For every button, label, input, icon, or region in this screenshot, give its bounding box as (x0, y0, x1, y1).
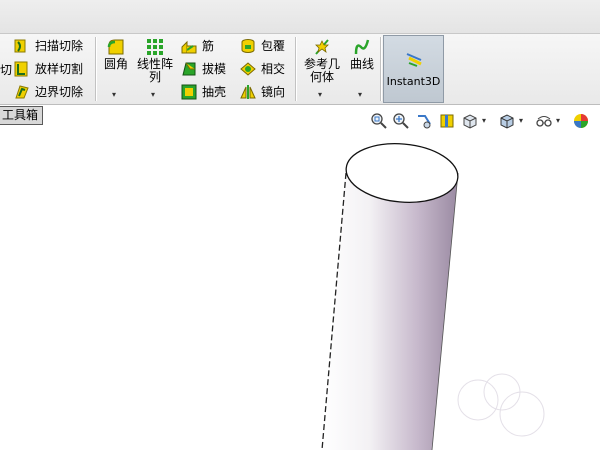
shell-button[interactable]: 抽壳 (181, 84, 226, 100)
ribbon-separator (380, 37, 382, 101)
reference-geometry-label-line2: 何体 (309, 70, 334, 84)
display-style-dropdown-arrow[interactable]: ▾ (519, 116, 523, 125)
reference-geometry-button[interactable]: 参考几 何体 (302, 38, 342, 84)
rib-label: 筋 (202, 39, 215, 53)
intersect-icon (240, 61, 256, 77)
instant3d-icon (405, 50, 423, 71)
draft-icon (181, 61, 197, 77)
ribbon-separator (295, 37, 297, 101)
linear-pattern-button[interactable]: 线性阵 列 (136, 38, 174, 84)
instant3d-button[interactable]: Instant3D (383, 35, 444, 103)
fillet-dropdown-arrow[interactable]: ▾ (112, 90, 116, 99)
linear-pattern-dropdown-arrow[interactable]: ▾ (151, 90, 155, 99)
fillet-label: 圆角 (103, 57, 128, 71)
reference-geometry-icon (313, 38, 331, 56)
fillet-icon (107, 38, 125, 56)
curves-icon (353, 38, 371, 56)
boundary-cut-icon (14, 84, 30, 100)
view-orientation-dropdown-arrow[interactable]: ▾ (482, 116, 486, 125)
rib-icon (181, 38, 197, 54)
draft-button[interactable]: 拔模 (181, 61, 226, 77)
draft-label: 拔模 (202, 62, 227, 76)
linear-pattern-icon (146, 38, 164, 56)
loft-cut-label: 放样切割 (35, 62, 84, 76)
shell-label: 抽壳 (202, 85, 227, 99)
intersect-label: 相交 (261, 62, 286, 76)
sweep-cut-icon (14, 38, 30, 54)
loft-cut-icon (14, 61, 30, 77)
ribbon-separator (95, 37, 97, 101)
boundary-cut-label: 边界切除 (35, 85, 84, 99)
mirror-icon (240, 84, 256, 100)
instant3d-label: Instant3D (386, 74, 441, 88)
shell-icon (181, 84, 197, 100)
intersect-button[interactable]: 相交 (240, 61, 285, 77)
features-ribbon: 切 扫描切除 放样切割 边界切除 圆角 ▾ 线性阵 列 ▾ 筋 拔模 抽壳 包覆… (0, 33, 600, 105)
hide-show-dropdown-arrow[interactable]: ▾ (556, 116, 560, 125)
wrap-button[interactable]: 包覆 (240, 38, 285, 54)
boundary-cut-button[interactable]: 边界切除 (14, 84, 83, 100)
loft-cut-button[interactable]: 放样切割 (14, 61, 83, 77)
curves-button[interactable]: 曲线 (347, 38, 377, 71)
wrap-icon (240, 38, 256, 54)
mirror-button[interactable]: 镜向 (240, 84, 285, 100)
top-strip (0, 0, 600, 33)
curves-dropdown-arrow[interactable]: ▾ (358, 90, 362, 99)
sweep-cut-button[interactable]: 扫描切除 (14, 38, 83, 54)
toolbox-tab[interactable]: 工具箱 (0, 106, 44, 125)
rib-button[interactable]: 筋 (181, 38, 214, 54)
curves-label: 曲线 (349, 57, 374, 71)
partial-cut-label[interactable]: 切 (0, 63, 12, 77)
watermark (457, 373, 545, 437)
sweep-cut-label: 扫描切除 (35, 39, 84, 53)
wrap-label: 包覆 (261, 39, 286, 53)
mirror-label: 镜向 (261, 85, 286, 99)
linear-pattern-label-line2: 列 (148, 70, 161, 84)
fillet-button[interactable]: 圆角 (103, 38, 129, 71)
reference-geometry-dropdown-arrow[interactable]: ▾ (318, 90, 322, 99)
